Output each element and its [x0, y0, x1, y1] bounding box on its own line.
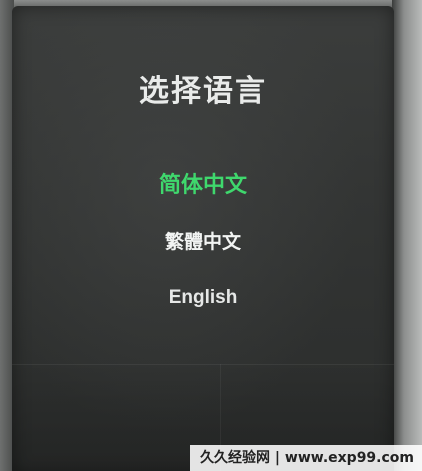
language-option-traditional-chinese[interactable]: 繁體中文: [12, 222, 394, 262]
device-bezel-right: [392, 0, 422, 471]
language-list: 简体中文 繁體中文 English: [12, 166, 394, 318]
device-photo: 选择语言 简体中文 繁體中文 English 久久经验网 | www.exp99…: [0, 0, 422, 471]
page-title: 选择语言: [139, 74, 267, 109]
watermark: 久久经验网 | www.exp99.com: [190, 445, 422, 471]
language-option-english[interactable]: English: [12, 278, 394, 318]
device-screen: 选择语言 简体中文 繁體中文 English: [12, 6, 394, 471]
screen-divider: [12, 364, 394, 365]
language-option-simplified-chinese[interactable]: 简体中文: [12, 166, 394, 206]
